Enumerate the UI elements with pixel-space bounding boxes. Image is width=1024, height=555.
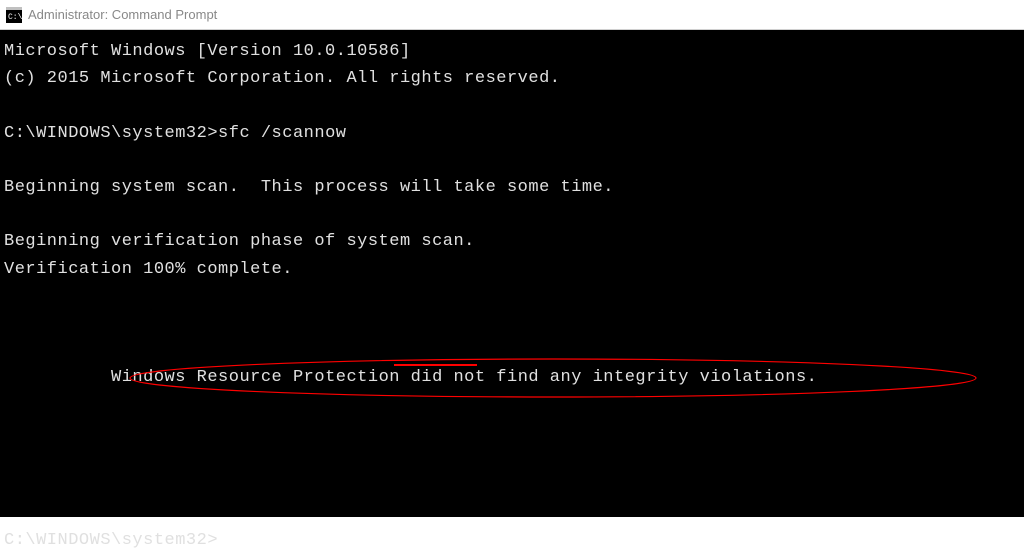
copyright-line: (c) 2015 Microsoft Corporation. All righ… [4, 65, 1020, 92]
result-text: Windows Resource Protection did not find… [111, 368, 817, 387]
terminal-output[interactable]: Microsoft Windows [Version 10.0.10586] (… [0, 30, 1024, 517]
window-titlebar: C:\ Administrator: Command Prompt [0, 0, 1024, 30]
prompt-path: C:\WINDOWS\system32> [4, 531, 218, 550]
blank-line [4, 500, 1020, 527]
window-title: Administrator: Command Prompt [28, 7, 217, 22]
blank-line [4, 147, 1020, 174]
result-line: Windows Resource Protection did not find… [4, 310, 1020, 500]
prompt-path: C:\WINDOWS\system32> [4, 124, 218, 143]
entered-command: sfc /scannow [218, 124, 346, 143]
banner-line: Microsoft Windows [Version 10.0.10586] [4, 38, 1020, 65]
prompt-line: C:\WINDOWS\system32> [4, 527, 1020, 554]
prompt-line: C:\WINDOWS\system32>sfc /scannow [4, 120, 1020, 147]
verify-done-line: Verification 100% complete. [4, 256, 1020, 283]
blank-line [4, 201, 1020, 228]
scan-begin-line: Beginning system scan. This process will… [4, 174, 1020, 201]
annotation-underline [394, 364, 477, 366]
blank-line [4, 283, 1020, 310]
verify-phase-line: Beginning verification phase of system s… [4, 228, 1020, 255]
svg-text:C:\: C:\ [8, 13, 22, 22]
cmd-icon: C:\ [6, 7, 22, 23]
blank-line [4, 92, 1020, 119]
